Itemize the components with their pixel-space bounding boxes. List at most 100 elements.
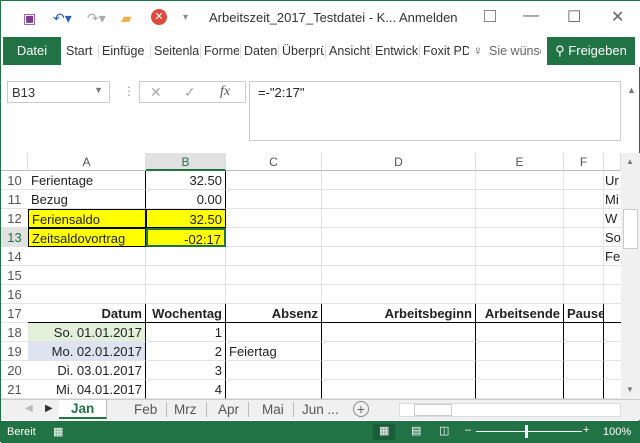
cell-c13[interactable]	[226, 228, 322, 247]
tab-einfüge[interactable]: Einfüge	[98, 44, 149, 58]
cancel-icon[interactable]: ✕	[150, 84, 162, 101]
cell-b14[interactable]	[146, 247, 226, 266]
share-button[interactable]: ⚲ Freigeben	[547, 37, 635, 65]
column-header-d[interactable]: D	[322, 153, 476, 171]
sheet-tab-jan[interactable]: Jan	[59, 400, 108, 419]
h-scroll-thumb[interactable]	[414, 404, 452, 416]
zoom-out-icon[interactable]: –	[465, 424, 471, 436]
sheet-tab-mrz[interactable]: Mrz	[165, 402, 207, 417]
horizontal-scrollbar[interactable]	[399, 403, 621, 417]
cell-e12[interactable]	[476, 209, 564, 228]
maximize-icon[interactable]: ☐	[567, 7, 581, 27]
cell-a18[interactable]: So. 01.01.2017	[28, 323, 146, 342]
cell-b16[interactable]	[146, 285, 226, 304]
cell-b10[interactable]: 32.50	[146, 171, 226, 190]
cell-d13[interactable]	[322, 228, 476, 247]
cell-e14[interactable]	[476, 247, 564, 266]
cell-g16[interactable]	[604, 285, 621, 304]
cell-f19[interactable]	[564, 342, 604, 361]
column-header-b[interactable]: B	[146, 153, 226, 171]
cell-a11[interactable]: Bezug	[28, 190, 146, 209]
cell-c18[interactable]	[226, 323, 322, 342]
tab-überprü[interactable]: Überprü	[278, 44, 324, 58]
cell-e19[interactable]	[476, 342, 564, 361]
cell-c17[interactable]: Absenz	[226, 304, 322, 323]
minimize-icon[interactable]: —	[523, 7, 539, 25]
cell-f15[interactable]	[564, 266, 604, 285]
scroll-thumb[interactable]	[623, 209, 638, 249]
zoom-in-icon[interactable]: +	[583, 424, 589, 436]
sheet-tab-apr[interactable]: Apr	[209, 402, 250, 417]
page-break-icon[interactable]: ◫	[439, 424, 449, 437]
cell-a15[interactable]	[28, 266, 146, 285]
close-icon[interactable]: ✕	[611, 7, 624, 27]
row-header[interactable]: 14	[1, 247, 28, 266]
tell-me-input[interactable]: Sie wünsc	[489, 44, 541, 58]
redo-icon[interactable]: ↷▾	[87, 9, 106, 27]
cell-a16[interactable]	[28, 285, 146, 304]
cell-g11[interactable]: Mi	[604, 190, 621, 209]
cell-e15[interactable]	[476, 266, 564, 285]
cell-g13[interactable]: So	[604, 228, 621, 247]
tab-seitenla[interactable]: Seitenla	[150, 44, 199, 58]
cell-d14[interactable]	[322, 247, 476, 266]
cell-g20[interactable]	[604, 361, 621, 380]
cell-f21[interactable]	[564, 380, 604, 399]
cell-g12[interactable]: W	[604, 209, 621, 228]
row-header[interactable]: 19	[1, 342, 28, 361]
cell-a21[interactable]: Mi. 04.01.2017	[28, 380, 146, 399]
page-layout-icon[interactable]: ▤	[411, 424, 421, 437]
cell-a14[interactable]	[28, 247, 146, 266]
cell-g21[interactable]	[604, 380, 621, 399]
cell-b12[interactable]: 32.50	[146, 209, 226, 228]
cell-b19[interactable]: 2	[146, 342, 226, 361]
cell-g17[interactable]	[604, 304, 621, 323]
cell-b13[interactable]: -02:17	[146, 228, 226, 247]
cell-e11[interactable]	[476, 190, 564, 209]
row-header[interactable]: 21	[1, 380, 28, 399]
tab-ansicht[interactable]: Ansicht	[325, 44, 370, 58]
zoom-slider[interactable]	[476, 431, 582, 432]
column-header-g[interactable]	[604, 153, 621, 171]
tab-formeln[interactable]: Formeln	[200, 44, 239, 58]
normal-view-icon[interactable]: ▦	[373, 424, 396, 440]
cell-a10[interactable]: Ferientage	[28, 171, 146, 190]
cell-b18[interactable]: 1	[146, 323, 226, 342]
cell-f18[interactable]	[564, 323, 604, 342]
customize-icon[interactable]: ▾	[183, 9, 188, 27]
cell-e20[interactable]	[476, 361, 564, 380]
sheet-tab-mai[interactable]: Mai	[253, 402, 294, 417]
open-icon[interactable]: ▰	[121, 9, 132, 27]
cell-b15[interactable]	[146, 266, 226, 285]
cell-d12[interactable]	[322, 209, 476, 228]
cell-g18[interactable]	[604, 323, 621, 342]
scroll-up-icon[interactable]: ▲	[626, 157, 634, 166]
cell-e21[interactable]	[476, 380, 564, 399]
cell-b11[interactable]: 0.00	[146, 190, 226, 209]
cell-g19[interactable]	[604, 342, 621, 361]
cell-d16[interactable]	[322, 285, 476, 304]
cell-e16[interactable]	[476, 285, 564, 304]
tab-foxitpd[interactable]: Foxit PD	[419, 44, 469, 58]
cell-c14[interactable]	[226, 247, 322, 266]
next-sheet-icon[interactable]: ▶	[45, 403, 53, 414]
cell-b20[interactable]: 3	[146, 361, 226, 380]
cell-g14[interactable]: Fe	[604, 247, 621, 266]
cell-c12[interactable]	[226, 209, 322, 228]
sheet-tab-feb[interactable]: Feb	[125, 402, 168, 417]
cell-a12[interactable]: Feriensaldo	[28, 209, 146, 228]
cell-e13[interactable]	[476, 228, 564, 247]
cell-d10[interactable]	[322, 171, 476, 190]
cell-e17[interactable]: Arbeitsende	[476, 304, 564, 323]
cell-f11[interactable]	[564, 190, 604, 209]
save-icon[interactable]: ▣	[23, 9, 36, 27]
cell-c19[interactable]: Feiertag	[226, 342, 322, 361]
row-header[interactable]: 18	[1, 323, 28, 342]
cell-a19[interactable]: Mo. 02.01.2017	[28, 342, 146, 361]
row-header[interactable]: 13	[1, 228, 28, 247]
vertical-scrollbar[interactable]: ▲ ▼	[621, 153, 640, 399]
cell-c20[interactable]	[226, 361, 322, 380]
formula-input[interactable]: =-"2:17"	[249, 81, 621, 141]
cell-f16[interactable]	[564, 285, 604, 304]
cell-f14[interactable]	[564, 247, 604, 266]
